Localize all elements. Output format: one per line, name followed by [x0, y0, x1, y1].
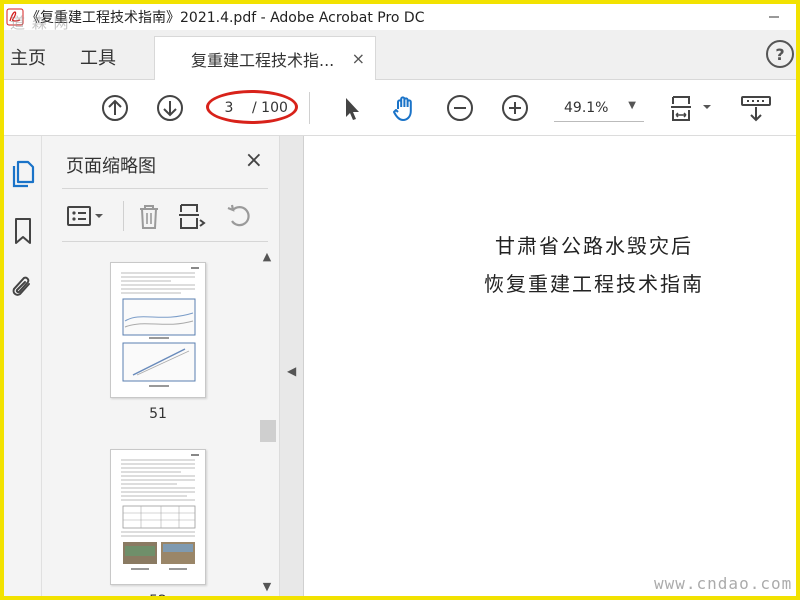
minimize-button[interactable] [752, 4, 796, 30]
thumbnail-page-52-preview [121, 454, 199, 570]
tab-document-label: 复重建工程技术指... [191, 51, 335, 70]
zoom-in-icon[interactable] [500, 93, 530, 123]
panel-title: 页面缩略图 [66, 156, 156, 177]
tab-bar: 主页 工具 复重建工程技术指... × ? [4, 30, 796, 81]
next-page-icon[interactable] [155, 93, 185, 123]
chevron-down-icon: ▼ [628, 100, 636, 111]
page-thumbnails-panel: 页面缩略图 × 51 ▲ ▼ [42, 136, 280, 596]
rotate-page-icon[interactable] [224, 201, 254, 231]
tab-tools[interactable]: 工具 [80, 44, 116, 70]
thumbnail-page-51[interactable] [110, 262, 206, 398]
panel-toolbar-divider [123, 201, 124, 231]
watermark-right: www.cndao.com [654, 574, 793, 593]
collapse-panel-icon[interactable]: ◀ [287, 364, 296, 378]
title-bar: 《复重建工程技术指南》2021.4.pdf - Adobe Acrobat Pr… [4, 4, 796, 32]
keyboard-scroll-icon[interactable] [740, 93, 772, 123]
scroll-down-arrow-icon[interactable]: ▼ [258, 580, 276, 596]
scroll-up-arrow-icon[interactable]: ▲ [258, 250, 276, 266]
panel-close-button[interactable]: × [245, 148, 263, 173]
tab-home[interactable]: 主页 [10, 44, 46, 70]
tab-close-button[interactable]: × [352, 49, 365, 68]
highlight-oval-annotation [206, 90, 298, 124]
select-cursor-icon[interactable] [336, 93, 366, 123]
document-title-line-1: 甘肃省公路水毁灾后 [495, 234, 693, 258]
scrollbar-thumb[interactable] [260, 420, 276, 442]
zoom-level-value: 49.1% [564, 99, 609, 116]
page-thumbnails-icon[interactable] [10, 158, 36, 188]
thumbnail-scrollbar[interactable]: ▲ ▼ [258, 250, 276, 596]
zoom-level-dropdown[interactable]: 49.1% ▼ [554, 94, 644, 122]
bookmark-icon[interactable] [10, 216, 36, 246]
help-button[interactable]: ? [766, 40, 794, 68]
document-title-line-2: 恢复重建工程技术指南 [484, 272, 704, 296]
previous-page-icon[interactable] [100, 93, 130, 123]
thumbnail-label-51: 51 [149, 406, 167, 422]
acrobat-window: 《复重建工程技术指南》2021.4.pdf - Adobe Acrobat Pr… [4, 4, 796, 596]
hand-tool-icon[interactable] [390, 93, 420, 123]
toolbar-divider [309, 92, 310, 124]
main-toolbar: 3 / 100 49.1% ▼ [4, 80, 796, 136]
fit-page-icon[interactable] [670, 93, 716, 123]
thumbnail-label-52: 52 [110, 593, 206, 596]
thumbnail-page-52[interactable] [110, 449, 206, 585]
window-controls [752, 4, 796, 30]
minimize-icon [769, 16, 779, 18]
document-view[interactable]: 甘肃省公路水毁灾后 恢复重建工程技术指南 [304, 136, 796, 596]
insert-page-icon[interactable] [176, 201, 206, 231]
thumbnail-options-icon[interactable] [66, 201, 106, 231]
thumbnail-page-51-preview [121, 267, 199, 387]
zoom-out-icon[interactable] [445, 93, 475, 123]
panel-splitter[interactable]: ◀ [280, 136, 304, 596]
tab-document[interactable]: 复重建工程技术指... × [154, 36, 376, 81]
window-title: 《复重建工程技术指南》2021.4.pdf - Adobe Acrobat Pr… [26, 10, 425, 26]
delete-page-icon[interactable] [134, 201, 164, 231]
panel-toolbar [62, 188, 268, 242]
navigation-rail [4, 136, 42, 596]
attachment-icon[interactable] [10, 272, 36, 302]
